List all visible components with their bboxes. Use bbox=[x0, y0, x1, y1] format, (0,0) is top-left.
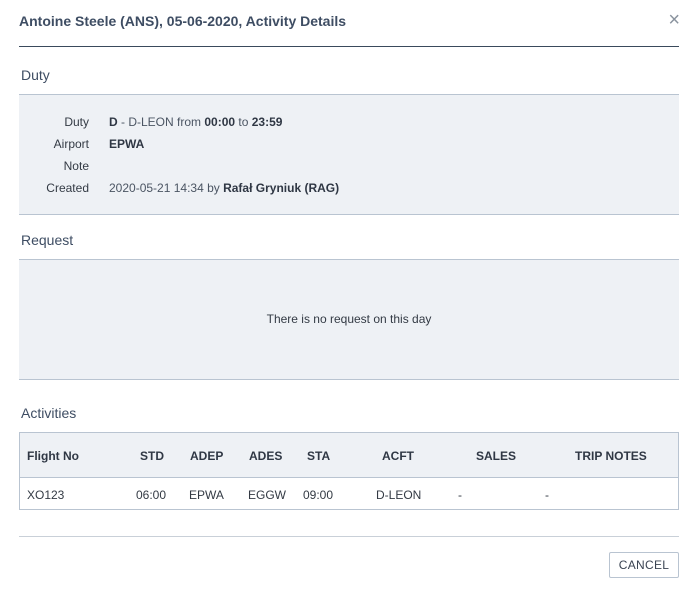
cancel-button[interactable]: CANCEL bbox=[609, 552, 679, 578]
duty-to-time: 23:59 bbox=[251, 115, 283, 129]
duty-value: D - D-LEON from 00:00 to 23:59 bbox=[109, 115, 282, 129]
airport-label: Airport bbox=[53, 137, 89, 151]
activities-table: Flight No STD ADEP ADES STA ACFT SALES T… bbox=[19, 432, 679, 510]
airport-value: EPWA bbox=[109, 137, 144, 151]
cell-trip-notes: - bbox=[545, 488, 549, 502]
column-header-ades[interactable]: ADES bbox=[249, 449, 282, 463]
duty-to-word: to bbox=[235, 115, 252, 129]
created-value: 2020-05-21 14:34 by Rafał Gryniuk (RAG) bbox=[109, 181, 339, 195]
column-header-acft[interactable]: ACFT bbox=[382, 449, 414, 463]
created-row: Created 2020-05-21 14:34 by Rafał Gryniu… bbox=[19, 181, 679, 199]
cell-acft: D-LEON bbox=[376, 488, 422, 502]
note-row: Note bbox=[19, 159, 679, 177]
no-request-message: There is no request on this day bbox=[266, 312, 432, 326]
airport-row: Airport EPWA bbox=[19, 137, 679, 155]
column-header-trip-notes[interactable]: TRIP NOTES bbox=[575, 449, 647, 463]
duty-panel: Duty D - D-LEON from 00:00 to 23:59 Airp… bbox=[19, 94, 679, 215]
close-icon[interactable]: × bbox=[668, 10, 680, 30]
cell-sta: 09:00 bbox=[303, 488, 334, 502]
duty-section-title: Duty bbox=[21, 67, 50, 83]
cell-std: 06:00 bbox=[136, 488, 167, 502]
duty-description: - D-LEON from bbox=[117, 115, 205, 129]
duty-from-time: 00:00 bbox=[204, 115, 236, 129]
created-label: Created bbox=[46, 181, 89, 195]
duty-row: Duty D - D-LEON from 00:00 to 23:59 bbox=[19, 115, 679, 133]
cell-adep: EPWA bbox=[189, 488, 224, 502]
column-header-flight-no[interactable]: Flight No bbox=[27, 449, 79, 463]
created-datetime: 2020-05-21 14:34 by bbox=[109, 181, 224, 195]
request-panel: There is no request on this day bbox=[19, 259, 679, 380]
table-header: Flight No STD ADEP ADES STA ACFT SALES T… bbox=[20, 433, 678, 478]
dialog-title: Antoine Steele (ANS), 05-06-2020, Activi… bbox=[19, 13, 347, 29]
airport-code: EPWA bbox=[109, 137, 145, 151]
footer-divider bbox=[19, 536, 679, 537]
duty-label: Duty bbox=[64, 115, 89, 129]
activities-section-title: Activities bbox=[21, 405, 77, 421]
column-header-sales[interactable]: SALES bbox=[476, 449, 516, 463]
column-header-sta[interactable]: STA bbox=[307, 449, 330, 463]
cell-flight-no: XO123 bbox=[27, 488, 65, 502]
cell-ades: EGGW bbox=[248, 488, 286, 502]
note-label: Note bbox=[63, 159, 89, 173]
created-by: Rafał Gryniuk (RAG) bbox=[223, 181, 340, 195]
dialog-header: Antoine Steele (ANS), 05-06-2020, Activi… bbox=[19, 0, 680, 47]
cell-sales: - bbox=[458, 488, 462, 502]
column-header-adep[interactable]: ADEP bbox=[190, 449, 223, 463]
column-header-std[interactable]: STD bbox=[140, 449, 164, 463]
table-row[interactable]: XO123 06:00 EPWA EGGW 09:00 D-LEON - - bbox=[20, 478, 678, 509]
duty-code: D bbox=[109, 115, 118, 129]
request-section-title: Request bbox=[21, 232, 74, 248]
